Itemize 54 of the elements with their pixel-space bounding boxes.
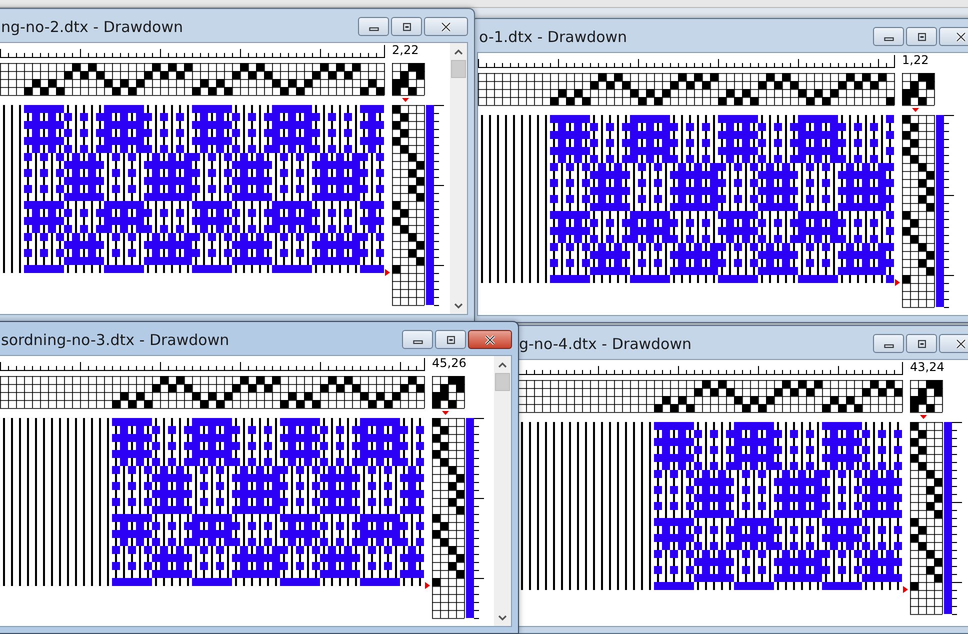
marker-icon[interactable]: [402, 98, 409, 102]
threading-grid[interactable]: [478, 72, 895, 106]
window-title: g-no-4.dtx - Drawdown: [518, 334, 692, 356]
treadling-grid[interactable]: [432, 418, 465, 619]
window-title: ng-no-2.dtx - Drawdown: [0, 17, 184, 38]
marker-icon[interactable]: [385, 269, 390, 276]
close-icon: [954, 338, 968, 348]
window-title: o-1.dtx - Drawdown: [478, 27, 628, 48]
marker-icon[interactable]: [912, 108, 919, 112]
restore-icon: [916, 32, 928, 42]
tie-up-grid[interactable]: [432, 376, 465, 409]
tie-up-grid[interactable]: [392, 62, 425, 96]
treadling-grid[interactable]: [910, 422, 943, 615]
scroll-thumb[interactable]: [451, 60, 466, 78]
cursor-position: 43,24: [910, 360, 944, 374]
close-button[interactable]: [424, 17, 468, 36]
restore-icon: [916, 338, 928, 348]
restore-icon: [400, 22, 412, 32]
marker-icon[interactable]: [920, 415, 927, 419]
marker-icon[interactable]: [442, 411, 449, 415]
minimize-button[interactable]: [873, 27, 904, 46]
scroll-down-icon[interactable]: [454, 302, 463, 308]
marker-icon[interactable]: [895, 279, 900, 286]
threading-grid[interactable]: [518, 380, 903, 413]
threading-grid[interactable]: [0, 376, 425, 409]
scroll-up-icon[interactable]: [498, 362, 507, 368]
close-icon: [439, 22, 453, 32]
tie-up-grid[interactable]: [910, 380, 943, 413]
cursor-position: 1,22: [902, 53, 929, 67]
minimize-button[interactable]: [402, 330, 433, 349]
restore-icon: [444, 334, 456, 344]
maximize-button[interactable]: [906, 334, 937, 353]
maximize-button[interactable]: [435, 330, 466, 349]
scroll-up-icon[interactable]: [454, 48, 463, 54]
tie-up-grid[interactable]: [902, 72, 935, 106]
maximize-button[interactable]: [391, 17, 422, 36]
close-icon: [954, 32, 968, 42]
minimize-button[interactable]: [358, 17, 389, 36]
cursor-position: 2,22: [392, 43, 419, 57]
treadling-grid[interactable]: [902, 114, 935, 308]
cursor-position: 45,26: [432, 356, 466, 370]
scrollbar[interactable]: [494, 356, 511, 626]
scrollbar[interactable]: [450, 43, 467, 314]
window-title: sordning-no-3.dtx - Drawdown: [0, 330, 230, 352]
threading-grid[interactable]: [0, 62, 385, 96]
close-icon: [483, 334, 497, 344]
marker-icon[interactable]: [425, 582, 430, 589]
treadling-grid[interactable]: [392, 104, 425, 306]
scroll-down-icon[interactable]: [498, 614, 507, 620]
maximize-button[interactable]: [906, 27, 937, 46]
marker-icon[interactable]: [903, 586, 908, 593]
close-button[interactable]: [468, 330, 512, 349]
scroll-thumb[interactable]: [495, 373, 510, 391]
minimize-button[interactable]: [873, 334, 904, 353]
